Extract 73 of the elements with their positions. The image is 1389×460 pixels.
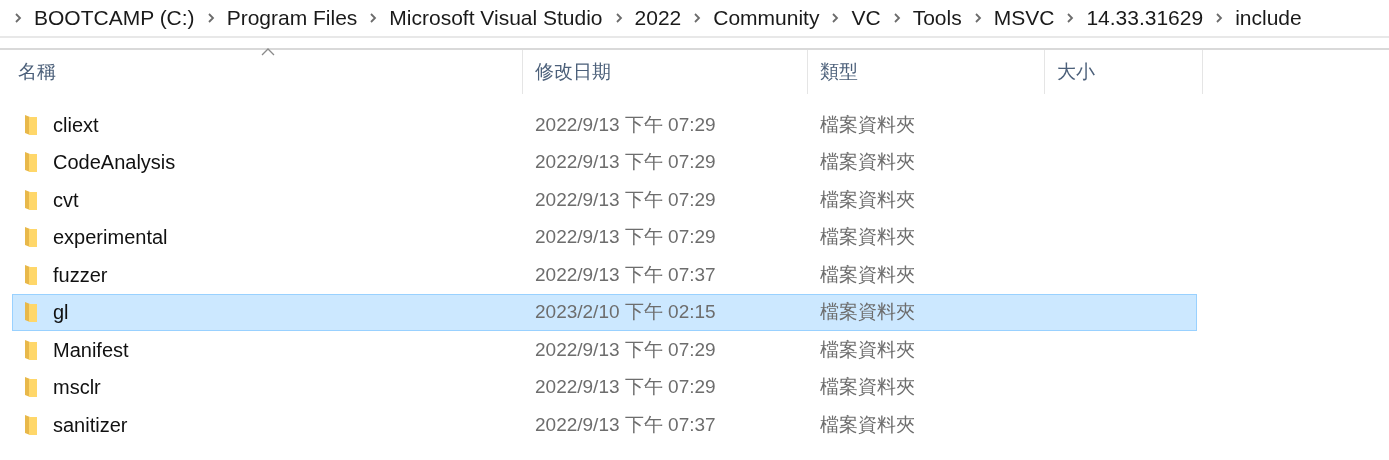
modified-date: 2022/9/13 下午 07:29 (535, 151, 716, 172)
folder-icon (23, 113, 39, 136)
file-type: 檔案資料夾 (820, 113, 915, 135)
file-row[interactable]: CodeAnalysis 2022/9/13 下午 07:29 檔案資料夾 (12, 143, 1197, 181)
file-type: 檔案資料夾 (820, 301, 915, 322)
column-header[interactable]: 類型 (808, 50, 1045, 94)
file-name: fuzzer (53, 262, 108, 288)
column-header[interactable]: 名稱 (0, 50, 523, 94)
file-name: Manifest (53, 337, 129, 363)
breadcrumb-item[interactable]: BOOTCAMP (C:) (34, 2, 195, 34)
file-name: gl (53, 300, 69, 326)
modified-date: 2022/9/13 下午 07:37 (535, 263, 716, 285)
modified-date: 2022/9/13 下午 07:29 (535, 338, 716, 360)
chevron-icon[interactable] (614, 12, 623, 24)
breadcrumb-item[interactable]: include (1235, 2, 1302, 34)
file-row[interactable]: Manifest 2022/9/13 下午 07:29 檔案資料夾 (12, 331, 1197, 369)
file-row[interactable]: experimental 2022/9/13 下午 07:29 檔案資料夾 (12, 218, 1197, 256)
breadcrumb-item[interactable]: 2022 (634, 2, 682, 34)
breadcrumb-item[interactable]: Tools (912, 2, 962, 34)
folder-icon (23, 226, 39, 249)
modified-date: 2022/9/13 下午 07:29 (535, 226, 716, 247)
file-row[interactable]: fuzzer 2022/9/13 下午 07:37 檔案資料夾 (12, 256, 1197, 294)
chevron-icon[interactable] (1066, 12, 1075, 24)
chevron-icon[interactable] (831, 12, 840, 24)
modified-date: 2022/9/13 下午 07:29 (535, 188, 716, 210)
modified-date: 2022/9/13 下午 07:37 (535, 413, 716, 435)
folder-icon (23, 263, 39, 286)
column-header[interactable]: 修改日期 (523, 50, 808, 94)
file-name: cliext (53, 112, 99, 138)
chevron-icon[interactable] (973, 12, 982, 24)
modified-date: 2022/9/13 下午 07:29 (535, 113, 716, 135)
breadcrumb-item[interactable]: Community (713, 2, 820, 34)
chevron-icon[interactable] (206, 12, 215, 24)
folder-icon (23, 301, 39, 324)
folder-icon (23, 151, 39, 174)
file-row[interactable]: sanitizer 2022/9/13 下午 07:37 檔案資料夾 (12, 406, 1197, 444)
file-row[interactable]: gl 2023/2/10 下午 02:15 檔案資料夾 (12, 293, 1197, 331)
column-label: 名稱 (18, 59, 56, 84)
chevron-icon[interactable] (14, 12, 22, 24)
file-type: 檔案資料夾 (820, 376, 915, 397)
file-name: msclr (53, 375, 101, 401)
column-label: 大小 (1057, 59, 1095, 84)
folder-icon (23, 376, 39, 399)
breadcrumb-item[interactable]: MSVC (993, 2, 1055, 34)
breadcrumb-item[interactable]: 14.33.31629 (1086, 2, 1204, 34)
breadcrumb-item[interactable]: Program Files (226, 2, 358, 34)
column-label: 修改日期 (535, 59, 611, 84)
column-label: 類型 (820, 59, 858, 84)
modified-date: 2022/9/13 下午 07:29 (535, 376, 716, 397)
modified-date: 2023/2/10 下午 02:15 (535, 301, 716, 322)
file-type: 檔案資料夾 (820, 188, 915, 210)
chevron-icon[interactable] (693, 12, 702, 24)
chevron-icon[interactable] (892, 12, 901, 24)
file-row[interactable]: cvt 2022/9/13 下午 07:29 檔案資料夾 (12, 181, 1197, 219)
file-row[interactable]: msclr 2022/9/13 下午 07:29 檔案資料夾 (12, 368, 1197, 406)
breadcrumb-item[interactable]: VC (851, 2, 881, 34)
file-type: 檔案資料夾 (820, 263, 915, 285)
breadcrumb-item[interactable]: Microsoft Visual Studio (389, 2, 603, 34)
file-type: 檔案資料夾 (820, 413, 915, 435)
file-name: cvt (53, 187, 79, 213)
file-name: CodeAnalysis (53, 150, 176, 176)
column-header[interactable]: 大小 (1045, 50, 1203, 94)
file-type: 檔案資料夾 (820, 151, 915, 172)
file-row[interactable]: cliext 2022/9/13 下午 07:29 檔案資料夾 (12, 106, 1197, 144)
folder-icon (23, 338, 39, 361)
folder-icon (23, 413, 39, 436)
file-name: sanitizer (53, 412, 128, 438)
folder-icon (23, 188, 39, 211)
file-name: experimental (53, 225, 168, 251)
chevron-icon[interactable] (1215, 12, 1224, 24)
file-type: 檔案資料夾 (820, 338, 915, 360)
chevron-icon[interactable] (369, 12, 378, 24)
file-type: 檔案資料夾 (820, 226, 915, 247)
